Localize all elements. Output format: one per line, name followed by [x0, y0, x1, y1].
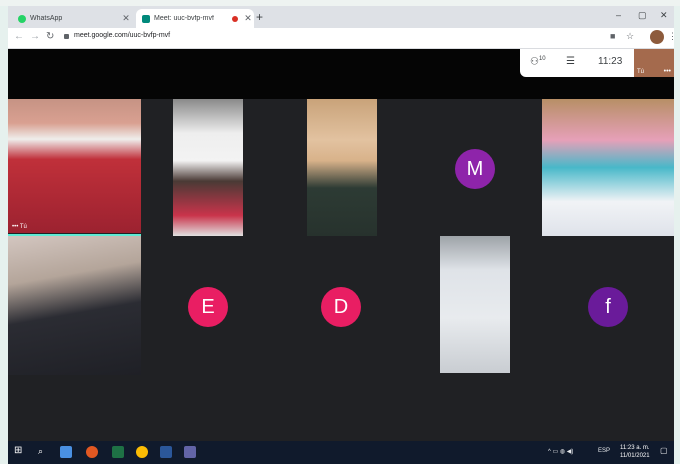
chat-icon[interactable]: ☰: [566, 56, 575, 67]
menu-icon[interactable]: ⋮: [668, 31, 677, 42]
minimize-icon[interactable]: –: [616, 10, 621, 20]
tab-label: Meet: uuc-bvfp-mvf: [154, 15, 214, 22]
forward-icon[interactable]: →: [30, 31, 40, 42]
address-bar[interactable]: meet.google.com/uuc-bvfp-mvf: [74, 32, 170, 39]
search-icon[interactable]: ⌕: [38, 446, 50, 458]
tab-label: WhatsApp: [30, 15, 63, 22]
tab-meet[interactable]: Meet: uuc-bvfp-mvf ✕: [136, 9, 254, 28]
back-icon[interactable]: ←: [14, 31, 24, 42]
participant-avatar: M: [455, 149, 495, 189]
meet-info-pill: ⚇10 ☰ 11:23: [520, 49, 650, 77]
browser-toolbar: ← → ↻ meet.google.com/uuc-bvfp-mvf ■ ☆ ⋮: [8, 28, 677, 49]
participant-video-tile[interactable]: [173, 99, 243, 236]
close-icon[interactable]: ✕: [242, 13, 254, 24]
participant-video-tile[interactable]: [8, 234, 141, 375]
app-icon[interactable]: [86, 446, 98, 458]
self-label: ••• Tú: [12, 224, 27, 230]
maximize-icon[interactable]: ▢: [638, 10, 647, 21]
participant-video-tile[interactable]: [307, 99, 377, 236]
word-icon[interactable]: [160, 446, 172, 458]
windows-taskbar: ⊞ ⌕ ^ ▭ ◍ ◀) ESP 11:23 a. m. 11/01/2021 …: [8, 441, 674, 464]
recording-indicator-icon: [232, 15, 238, 22]
participant-avatar: D: [321, 287, 361, 327]
self-preview-thumbnail[interactable]: Tú •••: [634, 49, 674, 77]
excel-icon[interactable]: [112, 446, 124, 458]
reload-icon[interactable]: ↻: [46, 31, 54, 42]
browser-tab-strip: WhatsApp ✕ Meet: uuc-bvfp-mvf ✕ + – ▢ ✕: [8, 6, 674, 28]
profile-avatar[interactable]: [650, 30, 664, 44]
new-tab-button[interactable]: +: [256, 10, 263, 24]
camera-icon[interactable]: ■: [610, 31, 615, 41]
people-icon[interactable]: ⚇10: [530, 56, 546, 67]
close-icon[interactable]: ✕: [120, 13, 132, 24]
meeting-time: 11:23: [598, 56, 623, 67]
participants-count: 10: [538, 56, 546, 62]
bookmark-star-icon[interactable]: ☆: [626, 31, 634, 42]
whatsapp-icon: [18, 14, 26, 23]
participant-tile-self[interactable]: ••• Tú: [8, 99, 141, 233]
participant-avatar: f: [588, 287, 628, 327]
chrome-icon[interactable]: [136, 446, 148, 458]
taskbar-clock[interactable]: 11:23 a. m. 11/01/2021: [620, 444, 650, 460]
more-options-icon[interactable]: •••: [664, 68, 671, 75]
task-view-icon[interactable]: [60, 446, 72, 458]
self-thumb-label: Tú: [637, 69, 645, 75]
meet-call-area: ⚇10 ☰ 11:23 Tú ••• ••• Tú M E D f: [8, 49, 674, 441]
tray-icons[interactable]: ^ ▭ ◍ ◀): [548, 448, 573, 455]
participant-video-tile[interactable]: [440, 236, 510, 373]
participant-avatar: E: [188, 287, 228, 327]
meet-icon: [142, 14, 150, 23]
notifications-icon[interactable]: ▢: [660, 446, 668, 455]
window-close-icon[interactable]: ✕: [660, 10, 668, 21]
windows-start-icon[interactable]: ⊞: [14, 445, 26, 457]
lock-icon: [64, 34, 69, 39]
tab-whatsapp[interactable]: WhatsApp ✕: [12, 9, 132, 28]
participant-video-tile[interactable]: [542, 99, 674, 236]
language-indicator[interactable]: ESP: [598, 448, 610, 454]
teams-icon[interactable]: [184, 446, 196, 458]
